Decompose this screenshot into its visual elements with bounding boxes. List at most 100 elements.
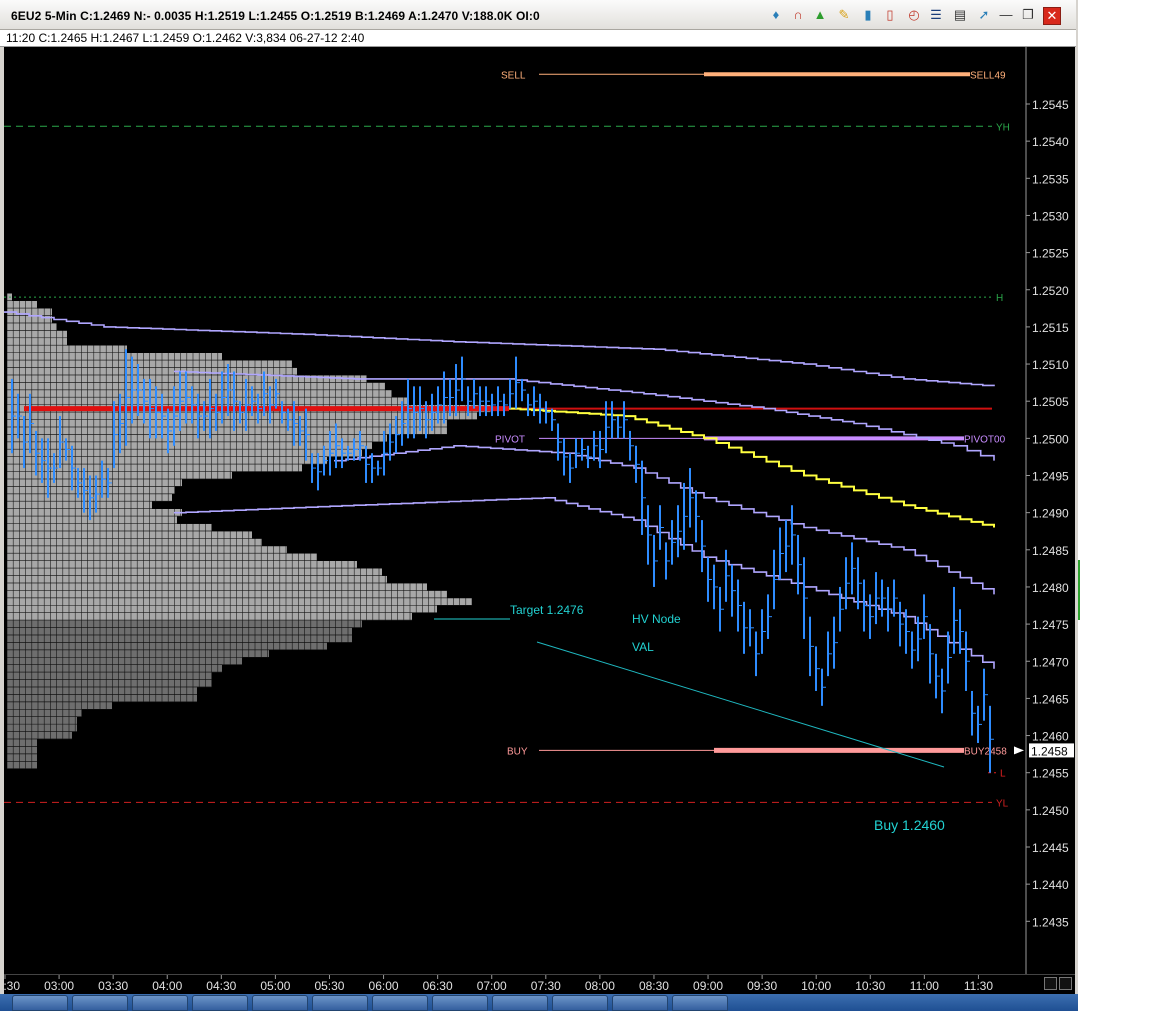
price-tick-label: 1.2545 (1032, 98, 1069, 112)
task-mail-icon[interactable] (672, 995, 728, 1011)
task-browser-icon[interactable] (192, 995, 248, 1011)
price-tick-label: 1.2440 (1032, 878, 1069, 892)
profile-row (7, 716, 77, 725)
buy-right-label: BUY2458 (964, 746, 1007, 757)
price-tick-label: 1.2530 (1032, 209, 1069, 223)
profile-row (7, 419, 447, 428)
bar-chart-icon[interactable]: ▮ (860, 7, 876, 23)
time-tick-label: 10:30 (855, 979, 885, 993)
profile-mask (327, 642, 527, 651)
profile-row (7, 664, 222, 673)
profile-mask (222, 352, 527, 361)
time-tick-label: 09:00 (693, 979, 723, 993)
profile-row (7, 546, 287, 554)
pencil-icon[interactable]: ✎ (836, 7, 852, 23)
profile-mask (327, 456, 527, 465)
profile-row (7, 598, 472, 606)
profile-mask (175, 486, 527, 495)
restore-icon[interactable]: ❐ (1020, 7, 1036, 23)
task-folder-icon[interactable] (12, 995, 68, 1011)
profile-row (7, 352, 222, 361)
time-tick-label: 03:30 (98, 979, 128, 993)
candle-icon[interactable]: ▯ (882, 7, 898, 23)
profile-row (7, 516, 177, 524)
time-tick-label: 06:30 (423, 979, 453, 993)
window-title: 6EU2 5-Min C:1.2469 N:- 0.0035 H:1.2519 … (11, 9, 540, 23)
profile-row (7, 330, 67, 339)
profile-row (7, 412, 477, 420)
price-axis: 1.2545 1.2540 1.2535 1.2530 1.2525 1.2520 1.25… (1014, 47, 1074, 974)
profile-mask (112, 702, 527, 710)
time-tick-label: 05:00 (260, 979, 290, 993)
trash-icon[interactable]: ▤ (952, 7, 968, 23)
time-tick-label: 04:30 (206, 979, 236, 993)
price-tick-label: 1.2460 (1032, 730, 1069, 744)
task-disc-icon[interactable] (432, 995, 488, 1011)
price-tick-label: 1.2465 (1032, 692, 1069, 706)
price-tick-label: 1.2450 (1032, 804, 1069, 818)
profile-mask (447, 419, 527, 428)
profile-mask (252, 531, 527, 539)
rainbow-icon[interactable]: ∩ (790, 7, 806, 23)
task-media-icon[interactable] (372, 995, 428, 1011)
tree-icon[interactable]: ▲ (812, 7, 828, 23)
hv-node-label: HV Node (632, 612, 681, 626)
profile-mask (212, 672, 527, 680)
profile-row (7, 612, 412, 621)
time-tick-label: 09:30 (747, 979, 777, 993)
scroll-right-button[interactable] (1059, 977, 1072, 990)
profile-mask (262, 538, 527, 547)
profile-mask (212, 523, 527, 532)
list-icon[interactable]: ☰ (928, 7, 944, 23)
minimize-icon[interactable]: — (998, 7, 1014, 23)
task-window-icon[interactable] (612, 995, 668, 1011)
profile-row (7, 382, 385, 391)
price-tick-label: 1.2490 (1032, 507, 1069, 521)
task-excel-icon[interactable] (312, 995, 368, 1011)
profile-row (7, 650, 269, 658)
profile-mask (37, 746, 527, 755)
task-tool-icon[interactable] (492, 995, 548, 1011)
profile-mask (52, 315, 527, 324)
profile-row (7, 427, 447, 435)
bar-info-text: 11:20 C:1.2465 H:1.2467 L:1.2459 O:1.246… (6, 31, 365, 45)
price-tick-label: 1.2480 (1032, 581, 1069, 595)
price-tick-label: 1.2495 (1032, 470, 1069, 484)
task-skype-icon[interactable] (252, 995, 308, 1011)
task-app-icon[interactable] (72, 995, 128, 1011)
scroll-left-button[interactable] (1044, 977, 1057, 990)
sell-label: SELL (501, 70, 526, 81)
profile-mask (297, 367, 527, 376)
time-tick-label: 08:30 (639, 979, 669, 993)
profile-mask (242, 657, 527, 665)
time-axis-svg: 02:30 03:00 03:30 04:00 04:30 05:00 05:30 06:00… (0, 975, 993, 993)
price-tick-label: 1.2485 (1032, 544, 1069, 558)
target-label: Target 1.2476 (510, 603, 584, 617)
profile-row (7, 635, 352, 643)
profile-mask (392, 390, 527, 398)
price-tick-label: 1.2515 (1032, 321, 1069, 335)
profile-mask (222, 664, 527, 673)
close-icon[interactable]: ✕ (1043, 7, 1061, 25)
task-ie-icon[interactable] (552, 995, 608, 1011)
profile-mask (37, 739, 527, 747)
task-network-icon[interactable] (132, 995, 188, 1011)
profile-row (7, 620, 362, 628)
profile-mask (352, 627, 527, 636)
price-tick-label: 1.2445 (1032, 841, 1069, 855)
chart-style-icon[interactable]: ♦ (768, 7, 784, 23)
price-tick-label: 1.2535 (1032, 172, 1069, 186)
profile-row (7, 471, 232, 480)
time-tick-label: 10:00 (801, 979, 831, 993)
profile-row (7, 702, 112, 710)
clock-icon[interactable]: ◴ (906, 7, 922, 23)
price-chart[interactable]: SELL SELL49 YH H PIVOT PIVOT00 BUY BUY2458 L YL Ta… (4, 47, 1075, 974)
profile-row (7, 724, 77, 732)
cursor-icon[interactable]: ➚ (976, 7, 992, 23)
desktop-margin (1078, 0, 1152, 1011)
sell-right-label: SELL49 (970, 70, 1006, 81)
profile-mask (317, 553, 527, 561)
profile-row (7, 501, 152, 509)
time-tick-label: 11:00 (910, 979, 939, 993)
time-tick-label: 05:30 (314, 979, 344, 993)
